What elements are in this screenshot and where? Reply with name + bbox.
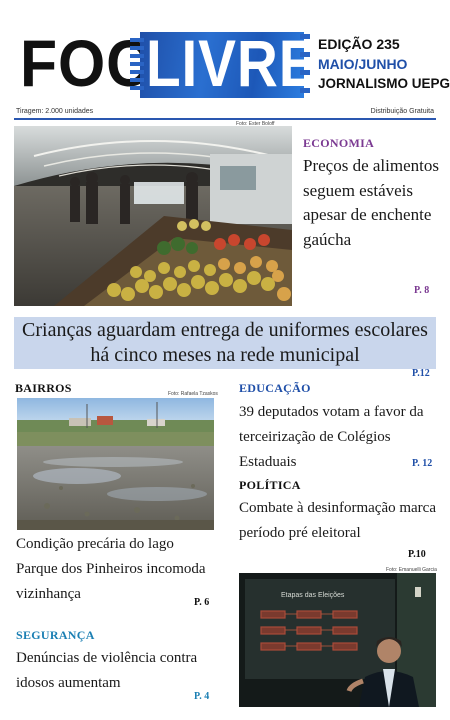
distribution: Distribuição Gratuita — [370, 108, 434, 115]
logo-livre: LIVRE — [146, 26, 318, 100]
headline-banner[interactable]: Crianças aguardam entrega de uniformes e… — [14, 318, 436, 368]
section-label-educacao: EDUCAÇÃO — [239, 381, 311, 395]
page-ref-seguranca: P. 4 — [194, 691, 210, 702]
masthead-rule — [14, 118, 436, 120]
page-ref-economia: P. 8 — [414, 285, 430, 296]
slide-title: Etapas das Eleições — [281, 592, 345, 599]
market-photo[interactable] — [14, 126, 292, 306]
headline-economia[interactable]: Preços de alimentos seguem estáveis apes… — [303, 154, 443, 252]
section-label-seguranca: SEGURANÇA — [16, 628, 95, 642]
photo-credit-bairros: Foto: Rafaela Tzaskos — [168, 391, 218, 397]
section-label-politica: POLÍTICA — [239, 478, 301, 492]
section-label-bairros: BAIRROS — [15, 381, 72, 395]
headline-bairros[interactable]: Condição precária do lago Parque dos Pin… — [16, 532, 216, 607]
publisher: JORNALISMO UEPG — [318, 76, 450, 91]
market-photo-image — [14, 126, 292, 306]
edition-months: MAIO/JUNHO — [318, 56, 408, 72]
lake-photo-image — [17, 398, 214, 530]
section-label-economia: ECONOMIA — [303, 136, 375, 150]
edition-info: EDIÇÃO 235 MAIO/JUNHO JORNALISMO UEPG — [318, 34, 450, 94]
print-run: Tiragem: 2.000 unidades — [16, 108, 94, 115]
lake-photo[interactable] — [17, 398, 214, 530]
lecture-photo[interactable]: Etapas das Eleições — [239, 573, 436, 707]
page-ref-banner: P.12 — [412, 368, 430, 379]
headline-educacao[interactable]: 39 deputados votam a favor da terceiriza… — [239, 400, 439, 475]
headline-politica[interactable]: Combate à desinformação marca período pr… — [239, 496, 439, 546]
page-ref-bairros: P. 6 — [194, 597, 210, 608]
page-ref-politica: P.10 — [408, 549, 426, 560]
edition-number: EDIÇÃO 235 — [318, 36, 400, 52]
page-ref-educacao: P. 12 — [412, 458, 433, 469]
lecture-photo-image: Etapas das Eleições — [239, 573, 436, 707]
headline-seguranca[interactable]: Denúncias de violência contra idosos aum… — [16, 646, 216, 696]
